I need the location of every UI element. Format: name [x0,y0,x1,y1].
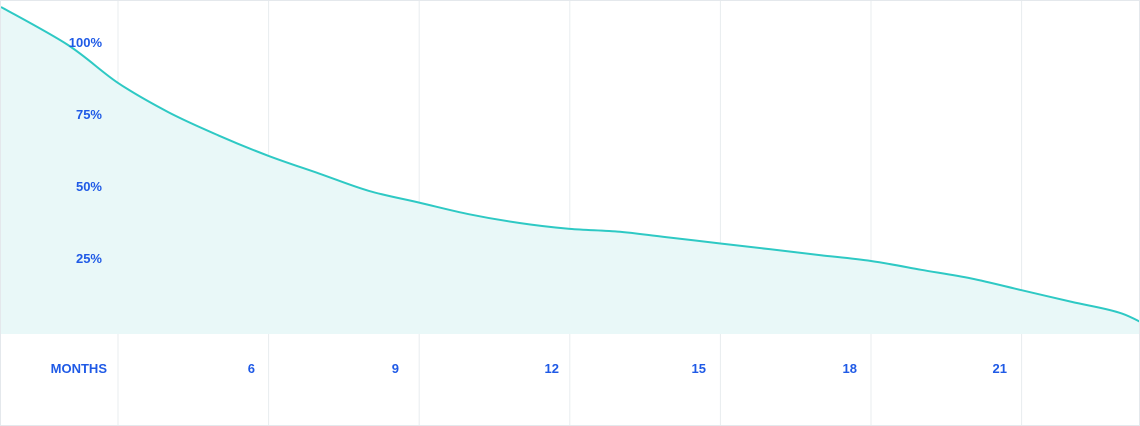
x-axis-title: MONTHS [51,361,108,376]
x-tick-label-18: 18 [843,361,857,376]
x-tick-label-21: 21 [993,361,1007,376]
y-tick-label-50: 50% [76,179,102,194]
y-tick-label-100: 100% [69,35,103,50]
x-tick-label-15: 15 [692,361,706,376]
x-tick-label-9: 9 [392,361,399,376]
chart-frame: 100% 75% 50% 25% MONTHS 6 9 12 15 18 21 [0,0,1140,426]
x-tick-label-12: 12 [545,361,559,376]
retention-area-chart: 100% 75% 50% 25% MONTHS 6 9 12 15 18 21 [1,1,1139,425]
x-axis-ticks: MONTHS 6 9 12 15 18 21 [51,361,1007,376]
x-tick-label-6: 6 [248,361,255,376]
y-tick-label-75: 75% [76,107,102,122]
y-tick-label-25: 25% [76,251,102,266]
